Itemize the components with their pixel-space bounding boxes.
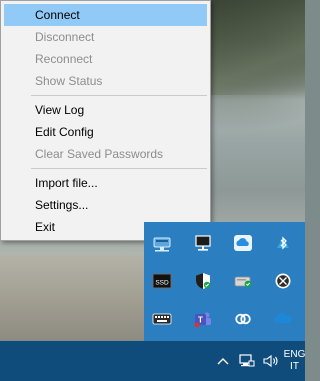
onedrive-icon[interactable] xyxy=(272,308,294,330)
network-monitor-icon[interactable] xyxy=(192,232,214,254)
teams-icon[interactable]: T xyxy=(192,308,214,330)
menu-item-show-status[interactable]: Show Status xyxy=(1,70,210,92)
show-hidden-icons-chevron-up-icon[interactable] xyxy=(214,341,232,381)
menu-item-connect[interactable]: Connect xyxy=(4,4,207,26)
menu-item-settings[interactable]: Settings... xyxy=(1,194,210,216)
creative-cloud-icon[interactable] xyxy=(232,308,254,330)
wallpaper-shore xyxy=(0,255,150,340)
volume-speaker-icon[interactable] xyxy=(260,341,282,381)
network-ethernet-icon[interactable] xyxy=(236,341,258,381)
ssd-icon[interactable]: SSD xyxy=(151,270,173,292)
menu-item-view-log[interactable]: View Log xyxy=(1,99,210,121)
drive-check-icon[interactable] xyxy=(232,270,254,292)
tray-overflow-flyout: SSD T xyxy=(144,222,305,341)
xbox-icon[interactable] xyxy=(272,270,294,292)
menu-item-clear-saved-passwords[interactable]: Clear Saved Passwords xyxy=(1,143,210,165)
keyboard-icon[interactable] xyxy=(151,308,173,330)
menu-separator xyxy=(31,95,207,96)
bluetooth-icon[interactable] xyxy=(272,232,294,254)
language-line-1: ENG xyxy=(283,349,306,360)
windows-security-icon[interactable] xyxy=(192,270,214,292)
cloud-icon[interactable] xyxy=(232,232,254,254)
ssd-icon-label: SSD xyxy=(155,280,169,287)
menu-item-edit-config[interactable]: Edit Config xyxy=(1,121,210,143)
taskbar: ENG IT xyxy=(0,341,305,381)
menu-item-import-file[interactable]: Import file... xyxy=(1,172,210,194)
menu-item-reconnect[interactable]: Reconnect xyxy=(1,48,210,70)
language-line-2: IT xyxy=(290,361,299,372)
menu-item-disconnect[interactable]: Disconnect xyxy=(1,26,210,48)
svg-text:T: T xyxy=(198,316,203,325)
context-menu: Connect Disconnect Reconnect Show Status… xyxy=(0,0,211,241)
menu-separator xyxy=(31,168,207,169)
language-indicator[interactable]: ENG IT xyxy=(283,341,306,381)
network-drive-icon[interactable] xyxy=(151,232,173,254)
